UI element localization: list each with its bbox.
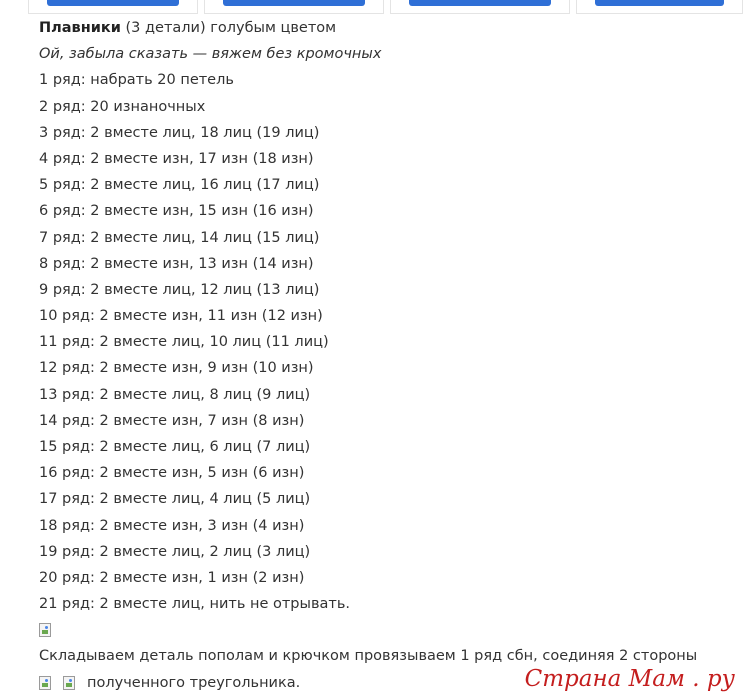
- list-item: 17 ряд: 2 вместе лиц, 4 лиц (5 лиц): [39, 491, 311, 508]
- list-item: 19 ряд: 2 вместе лиц, 2 лиц (3 лиц): [39, 543, 311, 560]
- author-note-text: Ой, забыла сказать — вяжем без кромочных: [39, 46, 382, 63]
- list-item: 1 ряд: набрать 20 петель: [39, 72, 234, 89]
- top-card-2[interactable]: [204, 0, 384, 14]
- author-note: Ой, забыла сказать — вяжем без кромочных: [39, 41, 739, 67]
- image-placeholder-row: [39, 617, 739, 643]
- section-heading: Плавники (3 детали) голубым цветом: [39, 15, 739, 41]
- list-item: 3 ряд: 2 вместе лиц, 18 лиц (19 лиц): [39, 124, 320, 141]
- broken-image-icon[interactable]: [39, 623, 51, 638]
- list-item: 4 ряд: 2 вместе изн, 17 изн (18 изн): [39, 150, 314, 167]
- list-item: 6 ряд: 2 вместе изн, 15 изн (16 изн): [39, 203, 314, 220]
- list-item: 15 ряд: 2 вместе лиц, 6 лиц (7 лиц): [39, 439, 311, 455]
- broken-image-icon[interactable]: [39, 675, 51, 690]
- list-item: 10 ряд: 2 вместе изн, 11 изн (12 изн): [39, 308, 323, 325]
- top-card-1[interactable]: [28, 0, 198, 14]
- row-list: 1 ряд: набрать 20 петель 2 ряд: 20 изнан…: [39, 67, 739, 617]
- top-card-3-button[interactable]: [409, 0, 551, 6]
- section-heading-bold: Плавники: [39, 20, 121, 36]
- list-item: 2 ряд: 20 изнаночных: [39, 98, 206, 115]
- top-card-1-button[interactable]: [47, 0, 179, 6]
- list-item: 5 ряд: 2 вместе лиц, 16 лиц (17 лиц): [39, 177, 320, 194]
- top-card-row: [28, 0, 743, 15]
- site-watermark: Страна Мам . ру: [524, 666, 735, 692]
- list-item: 13 ряд: 2 вместе лиц, 8 лиц (9 лиц): [39, 386, 311, 403]
- broken-image-icon[interactable]: [63, 675, 75, 690]
- list-item: 16 ряд: 2 вместе изн, 5 изн (6 изн): [39, 465, 305, 482]
- article-content: Плавники (3 детали) голубым цветом Ой, з…: [39, 15, 739, 696]
- list-item: 14 ряд: 2 вместе изн, 7 изн (8 изн): [39, 412, 305, 429]
- top-card-2-button[interactable]: [223, 0, 365, 6]
- list-item: 12 ряд: 2 вместе изн, 9 изн (10 изн): [39, 360, 314, 377]
- section-heading-rest: (3 детали) голубым цветом: [120, 20, 337, 36]
- triangle-text: полученного треугольника.: [87, 674, 301, 691]
- list-item: 9 ряд: 2 вместе лиц, 12 лиц (13 лиц): [39, 281, 320, 298]
- top-card-4-button[interactable]: [595, 0, 724, 6]
- top-card-4[interactable]: [576, 0, 743, 14]
- top-card-3[interactable]: [390, 0, 570, 14]
- list-item: 18 ряд: 2 вместе изн, 3 изн (4 изн): [39, 517, 305, 534]
- list-item: 8 ряд: 2 вместе изн, 13 изн (14 изн): [39, 255, 314, 272]
- list-item: 11 ряд: 2 вместе лиц, 10 лиц (11 лиц): [39, 334, 329, 351]
- list-item: 7 ряд: 2 вместе лиц, 14 лиц (15 лиц): [39, 229, 320, 246]
- list-item: 20 ряд: 2 вместе изн, 1 изн (2 изн): [39, 569, 305, 586]
- list-item: 21 ряд: 2 вместе лиц, нить не отрывать.: [39, 596, 350, 613]
